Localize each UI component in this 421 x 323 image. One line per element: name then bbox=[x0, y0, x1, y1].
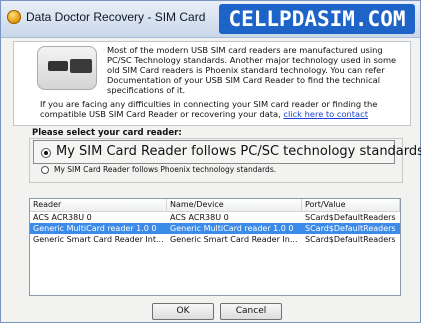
brand-logo: CELLPDASIM.COM bbox=[219, 4, 415, 34]
column-reader[interactable]: Reader bbox=[30, 199, 167, 211]
pcsc-option[interactable]: My SIM Card Reader follows PC/SC technol… bbox=[33, 140, 421, 164]
readers-list-header: Reader Name/Device Port/Value bbox=[30, 199, 400, 212]
help-paragraph: If you are facing any difficulties in co… bbox=[40, 99, 400, 119]
info-panel: Most of the modern USB SIM card readers … bbox=[13, 41, 411, 126]
pcsc-radio[interactable] bbox=[41, 148, 51, 158]
contact-link[interactable]: click here to contact bbox=[283, 109, 368, 119]
main-window: Data Doctor Recovery - SIM Card CELLPDAS… bbox=[0, 0, 421, 323]
port-cell: SCard$DefaultReaders bbox=[305, 213, 396, 222]
column-port-value[interactable]: Port/Value bbox=[302, 199, 400, 211]
reader-cell: Generic MultiCard reader 1.0 0 bbox=[33, 224, 157, 233]
reader-cell: Generic Smart Card Reader Int... bbox=[33, 235, 164, 244]
device-cell: ACS ACR38U 0 bbox=[170, 213, 229, 222]
table-row[interactable]: Generic Smart Card Reader Int... Generic… bbox=[30, 234, 400, 245]
device-cell: Generic MultiCard reader 1.0 0 bbox=[170, 224, 294, 233]
readers-list[interactable]: Reader Name/Device Port/Value ACS ACR38U… bbox=[29, 198, 401, 296]
title-bar: Data Doctor Recovery - SIM Card CELLPDAS… bbox=[1, 1, 420, 38]
cancel-button[interactable]: Cancel bbox=[220, 303, 282, 320]
table-row[interactable]: ACS ACR38U 0 ACS ACR38U 0 SCard$DefaultR… bbox=[30, 212, 400, 223]
reader-group-label: Please select your card reader: bbox=[32, 128, 182, 138]
pcsc-option-label[interactable]: My SIM Card Reader follows PC/SC technol… bbox=[56, 144, 421, 159]
column-name-device[interactable]: Name/Device bbox=[167, 199, 302, 211]
device-cell: Generic Smart Card Reader In... bbox=[170, 235, 298, 244]
phoenix-radio[interactable] bbox=[41, 166, 49, 174]
usb-card-reader-icon bbox=[37, 46, 97, 90]
phoenix-option-label[interactable]: My SIM Card Reader follows Phoenix techn… bbox=[54, 165, 276, 174]
app-icon bbox=[7, 10, 21, 24]
window-title: Data Doctor Recovery - SIM Card bbox=[26, 10, 206, 24]
table-row[interactable]: Generic MultiCard reader 1.0 0 Generic M… bbox=[30, 223, 400, 234]
reader-cell: ACS ACR38U 0 bbox=[33, 213, 92, 222]
port-cell: SCard$DefaultReaders bbox=[305, 224, 396, 233]
ok-button[interactable]: OK bbox=[152, 303, 214, 320]
info-paragraph: Most of the modern USB SIM card readers … bbox=[107, 45, 397, 95]
port-cell: SCard$DefaultReaders bbox=[305, 235, 396, 244]
